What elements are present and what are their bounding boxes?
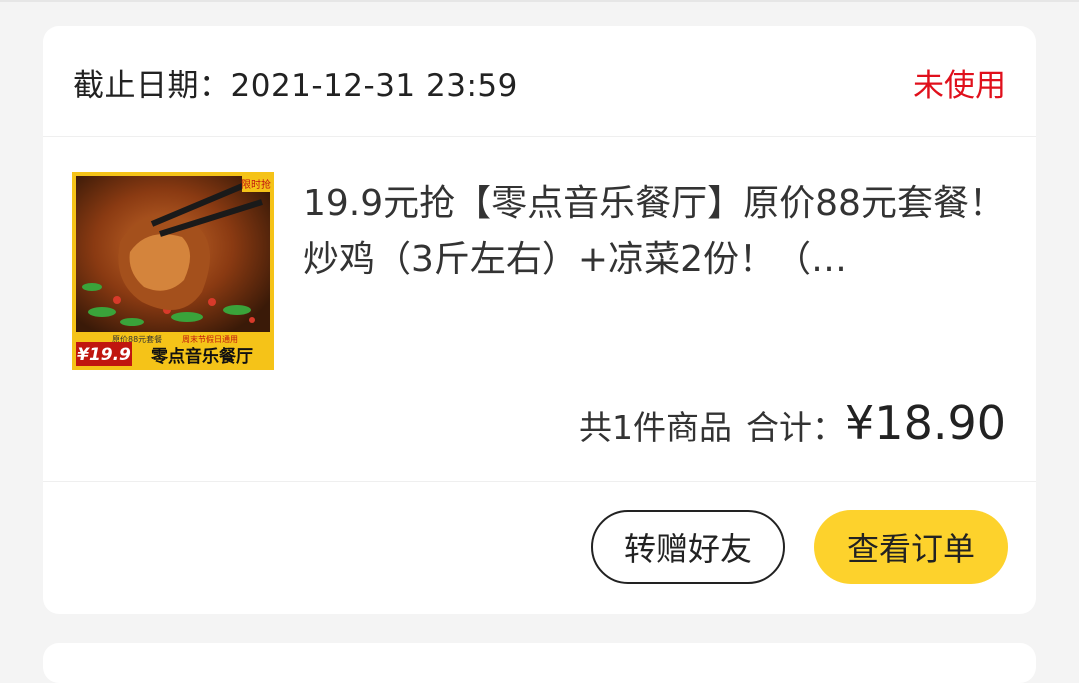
top-divider [0, 0, 1079, 2]
product-thumbnail[interactable]: 限时抢 原价88元套餐 周末节假日通用 ¥19.9 零点音乐餐厅 [72, 172, 274, 370]
total-price: ¥18.90 [845, 396, 1006, 450]
order-summary: 共1件商品 合计： ¥18.90 [579, 396, 1006, 450]
next-order-card[interactable] [43, 643, 1036, 683]
card-divider [43, 481, 1036, 482]
thumb-price-badge: ¥19.9 [77, 345, 131, 365]
thumb-holiday: 周末节假日通用 [182, 334, 238, 344]
view-order-button[interactable]: 查看订单 [814, 510, 1008, 584]
deadline-text: 截止日期：2021-12-31 23:59 [73, 68, 518, 104]
gift-to-friend-button[interactable]: 转赠好友 [591, 510, 785, 584]
order-card[interactable]: 截止日期：2021-12-31 23:59 未使用 限时抢 原价88元套餐 周末… [43, 26, 1036, 614]
order-card-header: 截止日期：2021-12-31 23:59 未使用 [43, 26, 1036, 137]
item-count: 共1件商品 [579, 408, 733, 447]
status-badge: 未使用 [913, 68, 1006, 104]
thumb-brand: 零点音乐餐厅 [150, 346, 253, 367]
total-label: 合计： [746, 408, 846, 447]
thumb-tag: 限时抢 [241, 178, 271, 191]
product-title[interactable]: 19.9元抢【零点音乐餐厅】原价88元套餐！炒鸡（3斤左右）+凉菜2份！（… [303, 176, 1013, 288]
